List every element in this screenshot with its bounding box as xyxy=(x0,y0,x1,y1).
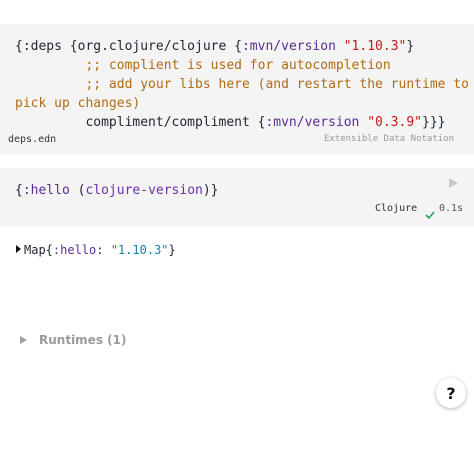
help-button[interactable]: ? xyxy=(436,378,466,408)
result-output[interactable]: Map{:hello: "1.10.3"} xyxy=(16,243,176,257)
deps-line-1-text: {:deps {org.clojure/clojure { xyxy=(15,39,242,54)
deps-format-label: Extensible Data Notation xyxy=(323,134,454,144)
runtime-label: Clojure xyxy=(375,203,418,214)
deps-filename: deps.edn xyxy=(8,134,57,145)
deps-line-5-end: }}} xyxy=(422,115,446,130)
code-paren: ( xyxy=(69,183,86,198)
deps-line-1-string: "1.10.3" xyxy=(343,39,407,54)
deps-line-1: {:deps {org.clojure/clojure {:mvn/versio… xyxy=(15,39,414,54)
result-prefix: Map{ xyxy=(24,243,53,257)
runtimes-toggle[interactable]: Runtimes (1) xyxy=(20,333,126,347)
deps-line-1-keyword: :mvn/version xyxy=(241,39,336,54)
code-editor[interactable]: {:hello (clojure-version)} xyxy=(15,181,219,200)
deps-line-4-comment: pick up changes) xyxy=(15,96,141,111)
deps-line-1-end: } xyxy=(406,39,415,54)
deps-line-5: compliment/compliment {:mvn/version "0.3… xyxy=(15,115,445,130)
help-icon: ? xyxy=(446,383,456,403)
run-duration: 0.1s xyxy=(439,203,464,214)
deps-line-1-space xyxy=(336,39,344,54)
collapse-arrow-icon xyxy=(20,336,27,344)
deps-line-5-string: "0.3.9" xyxy=(367,115,422,130)
deps-line-3-comment: ;; add your libs here (and restart the r… xyxy=(15,77,469,92)
code-cell[interactable]: {:hello (clojure-version)} Clojure 0.1s xyxy=(0,168,474,226)
result-separator: : xyxy=(96,243,111,257)
runtimes-label: Runtimes (1) xyxy=(39,333,127,347)
expand-triangle-icon[interactable] xyxy=(16,245,21,253)
deps-code-editor[interactable]: {:deps {org.clojure/clojure {:mvn/versio… xyxy=(15,37,469,132)
result-key: :hello xyxy=(52,243,97,257)
result-suffix: } xyxy=(168,243,176,257)
code-keyword: :hello xyxy=(22,183,70,198)
deps-line-2-comment: ;; complient is used for autocompletion xyxy=(15,58,391,73)
deps-line-5-keyword: :mvn/version xyxy=(265,115,360,130)
code-function: clojure-version xyxy=(85,183,203,198)
code-open-brace: { xyxy=(15,183,23,198)
deps-edn-cell[interactable]: {:deps {org.clojure/clojure {:mvn/versio… xyxy=(0,24,474,155)
check-icon xyxy=(425,205,435,220)
deps-line-5-text: compliment/compliment { xyxy=(15,115,266,130)
code-close: )} xyxy=(202,183,219,198)
play-icon[interactable] xyxy=(446,176,460,190)
result-value: "1.10.3" xyxy=(110,243,169,257)
